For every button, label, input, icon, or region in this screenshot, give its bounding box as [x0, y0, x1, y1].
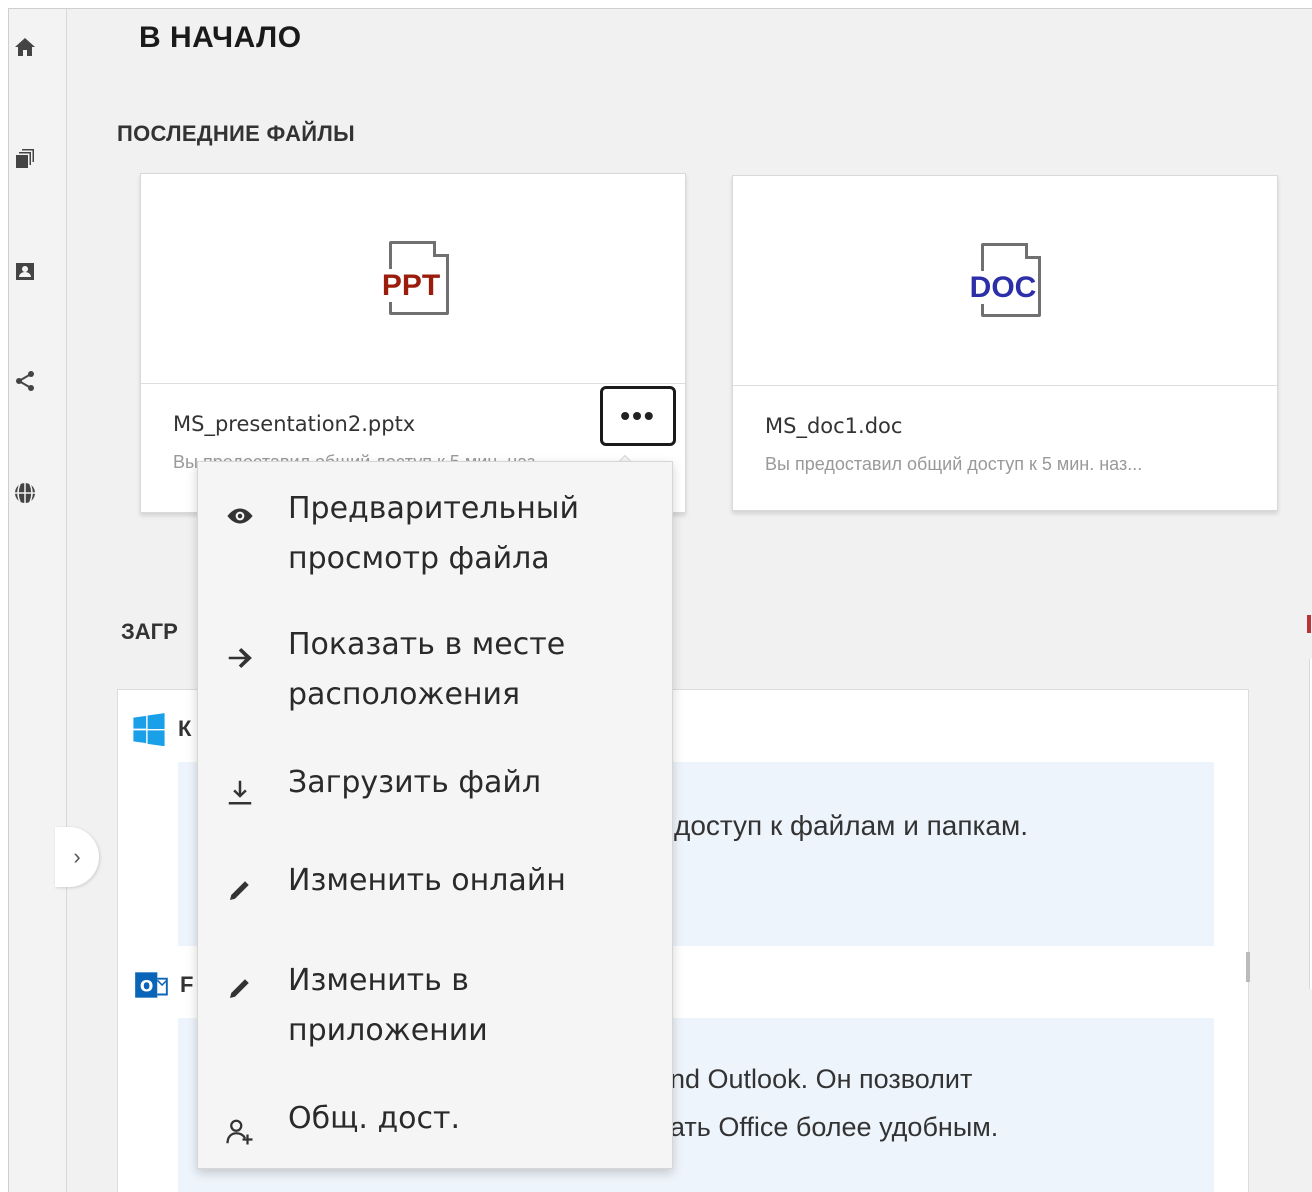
pencil-icon	[222, 872, 258, 908]
menu-item-share[interactable]: Общ. дост.	[198, 1094, 672, 1154]
file-name[interactable]: MS_doc1.doc	[765, 414, 902, 438]
windows-client-title: К	[178, 716, 192, 741]
app-frame: В НАЧАЛО ПОСЛЕДНИЕ ФАЙЛЫ PPT MS_presenta…	[8, 8, 1312, 1192]
outlook-info-text-line1: nd Outlook. Он позволит	[670, 1064, 973, 1094]
menu-item-preview[interactable]: Предварительный просмотр файла	[198, 484, 672, 594]
file-ext-label: DOC	[967, 270, 1039, 304]
more-actions-button[interactable]: •••	[600, 386, 676, 446]
globe-icon[interactable]	[11, 479, 39, 507]
windows-icon	[133, 713, 165, 746]
windows-client-row: К	[132, 712, 191, 746]
right-section-marker	[1307, 615, 1311, 633]
add-user-icon	[222, 1114, 258, 1150]
menu-item-show-location[interactable]: Показать в месте расположения	[198, 620, 672, 730]
file-preview[interactable]: PPT	[141, 174, 685, 384]
arrow-right-icon	[222, 640, 258, 676]
menu-item-download[interactable]: Загрузить файл	[198, 758, 672, 818]
menu-item-edit-in-app[interactable]: Изменить в приложении	[198, 956, 672, 1066]
file-name[interactable]: MS_presentation2.pptx	[173, 412, 415, 436]
recent-files-title: ПОСЛЕДНИЕ ФАЙЛЫ	[117, 121, 355, 146]
panel-scrollbar[interactable]	[1246, 952, 1250, 982]
files-icon[interactable]	[11, 145, 39, 173]
outlook-info-text-line2: ать Office более удобным.	[670, 1112, 999, 1142]
menu-item-label: Показать в месте	[288, 627, 566, 662]
menu-item-label: Загрузить файл	[288, 765, 542, 800]
menu-item-label: Изменить в	[288, 963, 469, 998]
file-card[interactable]: DOC MS_doc1.doc Вы предоставил общий дос…	[732, 175, 1278, 511]
file-meta: Вы предоставил общий доступ к 5 мин. наз…	[765, 454, 1143, 474]
ppt-file-icon: PPT	[371, 239, 455, 319]
menu-item-label: приложении	[288, 1013, 488, 1048]
windows-info-text: доступ к файлам и папкам.	[674, 810, 1028, 841]
menu-item-label: расположения	[288, 677, 521, 712]
pencil-icon	[222, 970, 258, 1006]
chevron-right-icon: ›	[73, 844, 81, 869]
menu-item-label: Общ. дост.	[288, 1101, 461, 1136]
outlook-icon: O	[135, 972, 168, 998]
context-menu: Предварительный просмотр файла Показать …	[197, 461, 673, 1169]
upload-section-title: ЗАГР	[121, 619, 178, 644]
outlook-plugin-title: F	[180, 972, 194, 997]
sidebar	[9, 9, 67, 1192]
file-ext-label: PPT	[379, 268, 443, 302]
menu-item-label: Предварительный	[288, 491, 579, 526]
page-title: В НАЧАЛО	[139, 21, 302, 54]
menu-item-edit-online[interactable]: Изменить онлайн	[198, 856, 672, 916]
contact-icon[interactable]	[11, 257, 39, 285]
menu-item-label: Изменить онлайн	[288, 863, 566, 898]
doc-file-icon: DOC	[963, 241, 1047, 321]
svg-text:O: O	[140, 976, 153, 995]
menu-item-label: просмотр файла	[288, 541, 550, 576]
more-dots-icon: •••	[620, 400, 656, 431]
share-icon[interactable]	[11, 367, 39, 395]
file-preview[interactable]: DOC	[733, 176, 1277, 386]
home-icon[interactable]	[11, 33, 39, 61]
download-icon	[222, 774, 258, 810]
eye-icon	[222, 498, 258, 534]
outlook-plugin-row: O F	[132, 966, 193, 1004]
